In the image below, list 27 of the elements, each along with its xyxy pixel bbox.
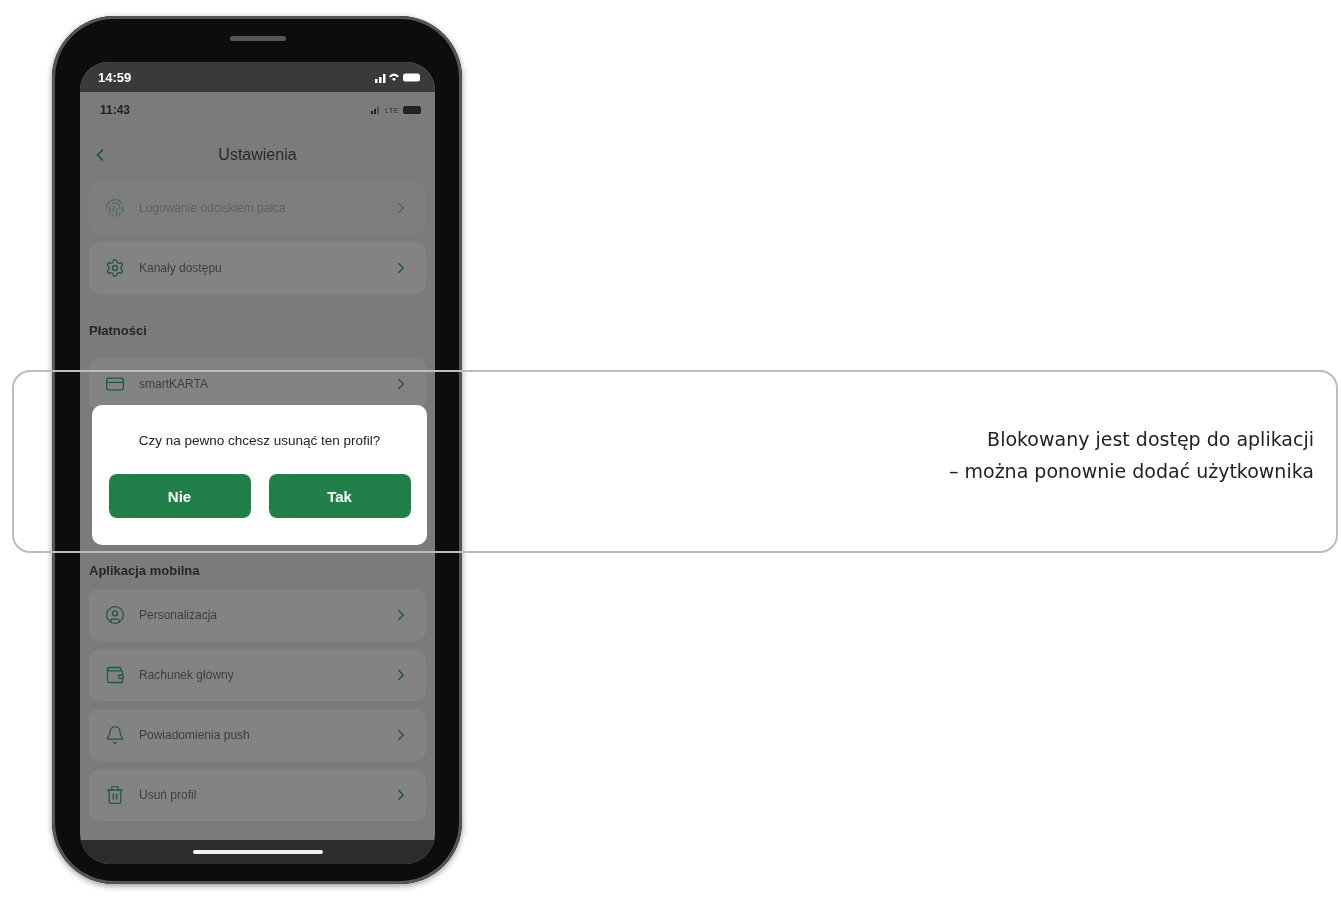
callout-text: – można ponownie dodać użytkownika: [948, 458, 1314, 484]
settings-item[interactable]: Kanały dostępu: [89, 242, 426, 294]
section-heading: Aplikacja mobilna: [89, 562, 200, 578]
user-circle-icon: [105, 605, 125, 625]
dialog-button[interactable]: Tak: [268, 474, 411, 518]
status-icons-icon: [375, 71, 421, 83]
network-label: LTE: [384, 105, 399, 115]
gear-icon: [105, 258, 125, 278]
battery-icon: [403, 106, 421, 114]
settings-item[interactable]: Rachunek główny: [89, 649, 426, 701]
fingerprint-icon: [105, 198, 125, 218]
screen-title: Ustawienia: [218, 146, 297, 164]
dialog-button[interactable]: Nie: [108, 474, 251, 518]
home-indicator[interactable]: [192, 850, 323, 854]
bell-icon: [105, 725, 125, 745]
dialog-question: Czy na pewno chcesz usunąć ten profil?: [138, 433, 381, 448]
settings-item[interactable]: Usuń profil: [89, 769, 426, 821]
status-time: 14:59: [98, 69, 132, 85]
section-heading: Płatności: [89, 322, 147, 338]
settings-item[interactable]: Personalizacja: [89, 589, 426, 641]
settings-item[interactable]: Powiadomienia push: [89, 709, 426, 761]
speaker-slot: [230, 36, 286, 41]
signal-icon: [370, 106, 381, 114]
status-time: 11:43: [100, 103, 131, 117]
wallet-icon: [105, 665, 125, 685]
trash-icon: [105, 785, 125, 805]
callout-text: Blokowany jest dostęp do aplikacji: [987, 426, 1314, 452]
